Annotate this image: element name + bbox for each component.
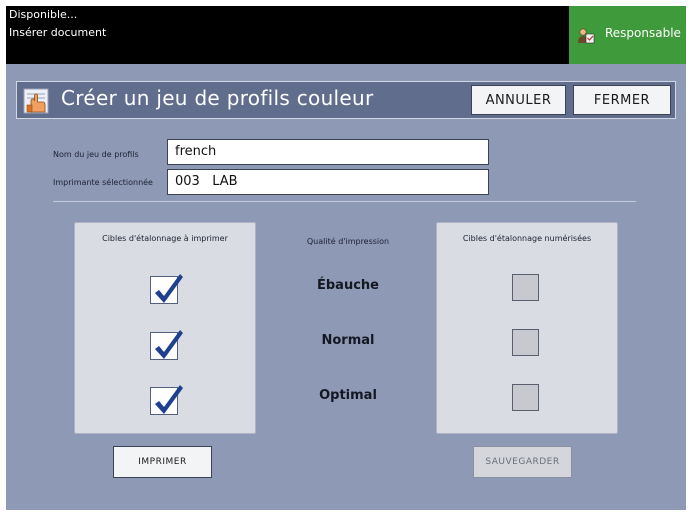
main-panel: Créer un jeu de profils couleur ANNULER …	[6, 64, 686, 510]
scanned-targets-panel: Cibles d'étalonnage numérisées	[436, 222, 618, 434]
status-bar: Disponible... Insérer document Responsab…	[6, 6, 686, 64]
selected-printer-label: Imprimante sélectionnée	[53, 178, 153, 187]
scanned-target-indicator-normal	[512, 329, 539, 356]
quality-level-draft: Ébauche	[317, 278, 379, 293]
checkmark-icon	[155, 330, 183, 359]
hand-document-icon	[23, 88, 49, 114]
print-target-checkbox-optimal[interactable]	[150, 385, 183, 415]
dialog-title: Créer un jeu de profils couleur	[61, 86, 374, 110]
checkmark-icon	[155, 385, 183, 414]
status-text: Disponible...	[9, 8, 78, 21]
print-target-checkbox-normal[interactable]	[150, 330, 183, 360]
print-quality-title: Qualité d'impression	[306, 237, 390, 246]
quality-level-optimal: Optimal	[319, 388, 377, 403]
selected-printer-field[interactable]: 003 LAB	[167, 169, 489, 195]
dialog-header: Créer un jeu de profils couleur ANNULER …	[16, 81, 676, 119]
save-button[interactable]: SAUVEGARDER	[473, 446, 572, 478]
checkmark-icon	[155, 274, 183, 303]
scanned-target-indicator-optimal	[512, 384, 539, 411]
scanned-targets-title: Cibles d'étalonnage numérisées	[462, 234, 592, 243]
user-role-button[interactable]: Responsable	[569, 6, 686, 64]
quality-level-normal: Normal	[321, 333, 375, 348]
user-role-label: Responsable	[605, 26, 681, 40]
print-targets-panel: Cibles d'étalonnage à imprimer	[74, 222, 256, 434]
close-button[interactable]: FERMER	[573, 85, 671, 115]
profile-set-name-field[interactable]: french	[167, 139, 489, 165]
print-button[interactable]: IMPRIMER	[113, 446, 212, 478]
cancel-button[interactable]: ANNULER	[471, 85, 566, 115]
status-instruction: Insérer document	[9, 26, 107, 39]
print-target-checkbox-draft[interactable]	[150, 274, 183, 304]
print-targets-title: Cibles d'étalonnage à imprimer	[102, 234, 228, 243]
scanned-target-indicator-draft	[512, 274, 539, 301]
user-role-icon	[577, 27, 595, 45]
divider	[53, 201, 636, 202]
profile-set-name-label: Nom du jeu de profils	[53, 150, 139, 159]
